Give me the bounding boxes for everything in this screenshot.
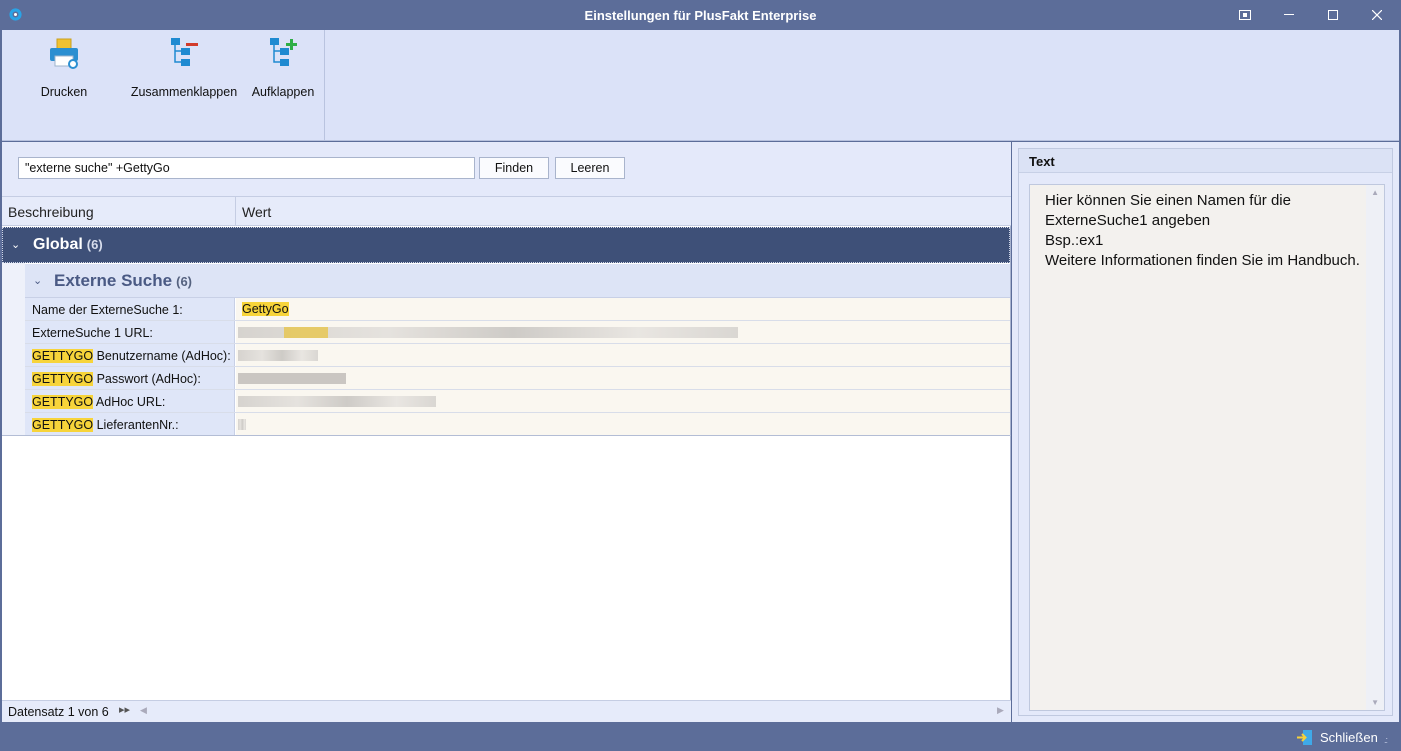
- print-label: Drucken: [40, 85, 88, 99]
- group-row-externe-suche[interactable]: ⌄ Externe Suche (6): [25, 264, 1010, 298]
- row-value[interactable]: [236, 390, 1010, 412]
- redacted-highlight: [284, 327, 328, 338]
- scroll-right-icon[interactable]: ▶: [997, 705, 1004, 716]
- next-record-icon[interactable]: ▸▸: [119, 703, 130, 716]
- redacted-value: [238, 396, 436, 407]
- restore-layout-button[interactable]: [1223, 0, 1267, 30]
- exit-icon: [1297, 729, 1312, 745]
- table-row[interactable]: GETTYGO AdHoc URL:: [25, 390, 1010, 413]
- row-value[interactable]: [236, 413, 1010, 435]
- print-button[interactable]: Drucken: [24, 34, 104, 104]
- text-panel-title: Text: [1019, 149, 1392, 173]
- chevron-down-icon[interactable]: ⌄: [11, 238, 20, 251]
- text-panel: Text Hier können Sie einen Namen für die…: [1018, 148, 1393, 716]
- row-label: GETTYGO Benutzername (AdHoc):: [25, 344, 235, 366]
- group-indent: [2, 263, 25, 435]
- window-layout-icon: [1239, 10, 1251, 20]
- group-row-global[interactable]: ⌄ Global (6): [2, 227, 1010, 263]
- column-header: Beschreibung Wert: [2, 196, 1011, 226]
- minimize-button[interactable]: [1267, 0, 1311, 30]
- close-icon: [1372, 10, 1382, 20]
- scroll-down-icon[interactable]: ▼: [1371, 698, 1379, 707]
- row-value[interactable]: [236, 321, 1010, 343]
- close-window-button[interactable]: [1355, 0, 1399, 30]
- chevron-down-icon[interactable]: ⌄: [33, 274, 42, 287]
- expand-label: Aufklappen: [251, 85, 315, 99]
- close-label: Schließen: [1320, 729, 1378, 745]
- table-row[interactable]: Name der ExterneSuche 1: GettyGo: [25, 298, 1010, 321]
- table-row[interactable]: GETTYGO Benutzername (AdHoc):: [25, 344, 1010, 367]
- settings-grid-pane: Finden Leeren Beschreibung Wert ⌄ Global…: [2, 142, 1011, 722]
- redacted-value: [238, 373, 346, 384]
- table-row[interactable]: ExterneSuche 1 URL:: [25, 321, 1010, 344]
- row-label: GETTYGO Passwort (AdHoc):: [25, 367, 235, 389]
- scroll-left-icon[interactable]: ◀: [140, 705, 147, 716]
- find-button[interactable]: Finden: [479, 157, 549, 179]
- value-text: GettyGo: [242, 302, 289, 316]
- record-counter: Datensatz 1 von 6: [8, 705, 109, 719]
- close-button[interactable]: Schließen: [1296, 727, 1378, 747]
- row-value[interactable]: [236, 344, 1010, 366]
- table-row[interactable]: GETTYGO Passwort (AdHoc):: [25, 367, 1010, 390]
- search-bar: Finden Leeren: [2, 142, 1011, 196]
- title-bar: Einstellungen für PlusFakt Enterprise: [0, 0, 1401, 30]
- printer-icon: [50, 38, 78, 69]
- status-bar: Datensatz 1 von 6 ▸▸ ◀ ▶: [2, 700, 1011, 722]
- collapse-button[interactable]: Zusammenklappen: [129, 34, 239, 104]
- minimize-icon: [1284, 14, 1294, 15]
- row-label: GETTYGO AdHoc URL:: [25, 390, 235, 412]
- collapse-tree-icon: [171, 38, 198, 66]
- search-input[interactable]: [18, 157, 475, 179]
- maximize-icon: [1328, 10, 1338, 20]
- table-bottom-border: [2, 435, 1011, 436]
- subgroup-label: Externe Suche (6): [54, 271, 192, 290]
- group-label: Global (6): [33, 236, 103, 253]
- row-value[interactable]: GettyGo: [236, 298, 1010, 320]
- row-label: ExterneSuche 1 URL:: [25, 321, 235, 343]
- row-label: GETTYGO LieferantenNr.:: [25, 413, 235, 435]
- subgroup-count: (6): [176, 274, 192, 289]
- expand-button[interactable]: Aufklappen: [247, 34, 319, 104]
- help-text: Hier können Sie einen Namen für die Exte…: [1045, 192, 1360, 269]
- footer-bar: Schließen .:: [0, 722, 1401, 751]
- expand-tree-icon: [270, 38, 297, 66]
- ribbon-group: Drucken Zusammenklappen Aufklappen: [2, 30, 325, 140]
- redacted-value: [238, 419, 246, 430]
- row-value[interactable]: [236, 367, 1010, 389]
- redacted-value: [238, 350, 318, 361]
- maximize-button[interactable]: [1311, 0, 1355, 30]
- table-row[interactable]: GETTYGO LieferantenNr.:: [25, 413, 1010, 436]
- resize-grip-icon[interactable]: .:: [1384, 735, 1388, 745]
- help-pane: Text Hier können Sie einen Namen für die…: [1012, 142, 1399, 722]
- column-header-value[interactable]: Wert: [242, 204, 271, 220]
- column-header-description[interactable]: Beschreibung: [8, 204, 94, 220]
- ribbon-toolbar: Drucken Zusammenklappen Aufklappen: [2, 30, 1399, 141]
- help-textbox[interactable]: Hier können Sie einen Namen für die Exte…: [1029, 184, 1385, 711]
- row-label: Name der ExterneSuche 1:: [25, 298, 235, 320]
- clear-button[interactable]: Leeren: [555, 157, 625, 179]
- window-title: Einstellungen für PlusFakt Enterprise: [584, 8, 817, 23]
- column-separator[interactable]: [235, 197, 236, 226]
- group-count: (6): [86, 237, 103, 252]
- collapse-label: Zusammenklappen: [130, 85, 238, 99]
- scroll-up-icon[interactable]: ▲: [1371, 188, 1379, 197]
- vertical-scrollbar[interactable]: ▲ ▼: [1366, 185, 1384, 710]
